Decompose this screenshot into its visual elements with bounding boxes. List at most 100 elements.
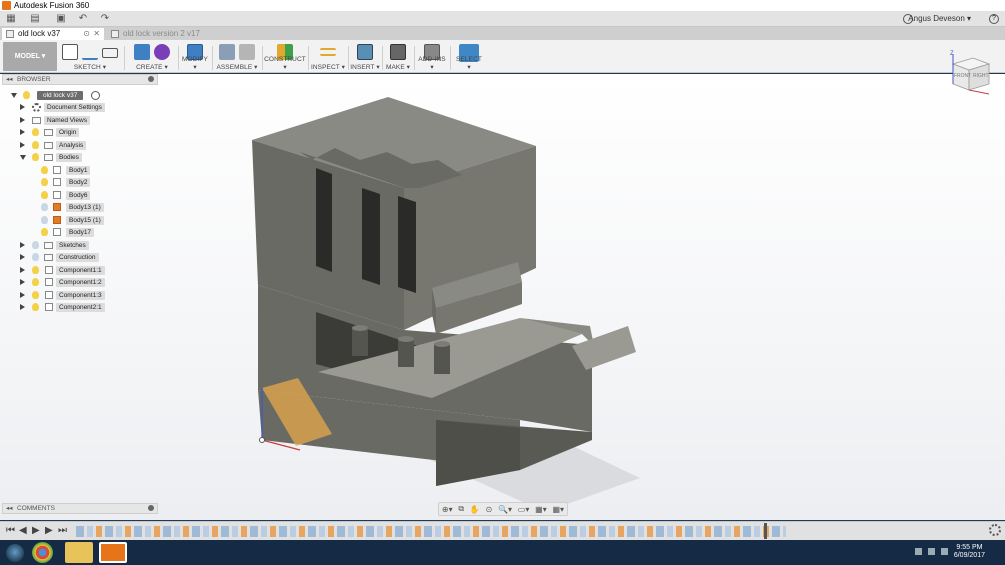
tree-root[interactable]: old lock v37	[10, 90, 160, 101]
tree-label[interactable]: Body2	[66, 178, 91, 187]
system-clock[interactable]: 9:55 PM 6/09/2017	[954, 544, 985, 560]
tree-item-body1[interactable]: Body1	[40, 165, 160, 176]
visibility-bulb-icon[interactable]	[41, 228, 48, 236]
insert-group[interactable]: INSERT ▾	[350, 43, 380, 72]
tree-item-origin[interactable]: Origin	[20, 127, 160, 138]
visibility-bulb-icon[interactable]	[32, 141, 39, 149]
grid-settings-icon[interactable]: ▦▾	[535, 505, 547, 514]
sketch-group[interactable]: SKETCH ▾	[60, 43, 120, 72]
tree-label[interactable]: Construction	[56, 253, 99, 262]
tray-volume-icon[interactable]	[941, 548, 948, 555]
hidden-bulb-icon[interactable]	[32, 253, 39, 261]
workspace-mode-dropdown[interactable]: MODEL ▾	[3, 42, 57, 71]
tab-old-lock-version-2[interactable]: old lock version 2 v17	[107, 28, 217, 40]
file-menu-icon[interactable]: ▤	[28, 13, 42, 25]
expand-arrow-icon[interactable]	[20, 254, 25, 260]
line-icon[interactable]	[82, 44, 98, 60]
tray-network-icon[interactable]	[928, 548, 935, 555]
visibility-bulb-icon[interactable]	[32, 266, 39, 274]
form-icon[interactable]	[154, 44, 170, 60]
start-button-icon[interactable]	[6, 544, 24, 562]
expand-arrow-icon[interactable]	[20, 292, 25, 298]
3d-print-icon[interactable]	[390, 44, 406, 60]
add-ins-group[interactable]: ADD-INS ▾	[416, 43, 448, 72]
tree-label[interactable]: Component1:1	[56, 266, 105, 275]
tree-item-analysis[interactable]: Analysis	[20, 140, 160, 151]
tree-item-named-views[interactable]: Named Views	[20, 115, 160, 126]
activate-radio-icon[interactable]	[91, 91, 100, 100]
visibility-bulb-icon[interactable]	[32, 278, 39, 286]
undo-icon[interactable]: ↶	[76, 13, 90, 25]
tree-item-construction[interactable]: Construction	[20, 252, 160, 263]
expand-arrow-icon[interactable]	[20, 129, 25, 135]
assemble-group[interactable]: ASSEMBLE ▾	[214, 43, 260, 72]
tree-label[interactable]: Document Settings	[44, 103, 105, 112]
tree-label[interactable]: Body6	[66, 191, 91, 200]
tree-label[interactable]: Component1:3	[56, 291, 105, 300]
close-tab-icon[interactable]: ✕	[93, 28, 100, 40]
collapse-icon[interactable]: ◂◂	[6, 504, 13, 513]
construct-group[interactable]: CONSTRUCT ▾	[264, 43, 306, 72]
modify-group[interactable]: MODIFY ▾	[180, 43, 210, 72]
expand-arrow-icon[interactable]	[20, 242, 25, 248]
tree-item-body15[interactable]: Body15 (1)	[40, 215, 160, 226]
tree-item-component1-3[interactable]: Component1:3	[20, 290, 160, 301]
collapse-arrow-icon[interactable]	[11, 93, 17, 98]
data-panel-grid-icon[interactable]: ▦	[4, 13, 18, 25]
new-component-icon[interactable]	[219, 44, 235, 60]
viewcube-graphic[interactable]: FRONT RIGHT Z	[945, 50, 993, 98]
hidden-bulb-icon[interactable]	[41, 216, 48, 224]
save-icon[interactable]: ▣	[54, 13, 68, 25]
create-group[interactable]: CREATE ▾	[128, 43, 176, 72]
expand-arrow-icon[interactable]	[20, 279, 25, 285]
insert-image-icon[interactable]	[357, 44, 373, 60]
user-account-menu[interactable]: Angus Deveson ▾	[908, 13, 971, 25]
hidden-bulb-icon[interactable]	[32, 241, 39, 249]
tree-label[interactable]: Component1:2	[56, 278, 105, 287]
rectangle-icon[interactable]	[102, 48, 118, 58]
expand-arrow-icon[interactable]	[20, 104, 25, 110]
timeline-end-icon[interactable]: ⏭	[58, 525, 67, 536]
tree-label[interactable]: Sketches	[56, 241, 89, 250]
timeline-play-icon[interactable]: ▶	[32, 525, 40, 536]
tree-item-body13[interactable]: Body13 (1)	[40, 202, 160, 213]
expand-arrow-icon[interactable]	[20, 267, 25, 273]
tree-label[interactable]: Component2:1	[56, 303, 105, 312]
extrude-icon[interactable]	[134, 44, 150, 60]
inspect-group[interactable]: INSPECT ▾	[310, 43, 346, 72]
look-at-icon[interactable]: ⧉	[458, 504, 464, 514]
tray-arrow-icon[interactable]	[915, 548, 922, 555]
viewcube[interactable]: FRONT RIGHT Z	[945, 50, 993, 98]
expand-arrow-icon[interactable]	[20, 304, 25, 310]
tree-item-body2[interactable]: Body2	[40, 177, 160, 188]
measure-icon[interactable]	[320, 48, 336, 56]
timeline-forward-icon[interactable]: ▶	[45, 525, 53, 536]
pan-icon[interactable]: ✋	[470, 505, 480, 514]
chrome-taskbar-icon[interactable]	[32, 542, 53, 563]
visibility-bulb-icon[interactable]	[32, 128, 39, 136]
display-settings-icon[interactable]: ▭▾	[518, 505, 530, 514]
help-icon[interactable]: ?	[989, 14, 999, 24]
joint-icon[interactable]	[239, 44, 255, 60]
visibility-bulb-icon[interactable]	[41, 178, 48, 186]
tree-item-sketches[interactable]: Sketches	[20, 240, 160, 251]
comments-panel-header[interactable]: ◂◂ COMMENTS	[2, 503, 158, 514]
expand-arrow-icon[interactable]	[20, 142, 25, 148]
tree-label[interactable]: Bodies	[56, 153, 82, 162]
expand-arrow-icon[interactable]	[20, 117, 25, 123]
visibility-bulb-icon[interactable]	[41, 166, 48, 174]
tree-label[interactable]: Body1	[66, 166, 91, 175]
tree-label[interactable]: Body17	[66, 228, 95, 237]
zoom-icon[interactable]: ⊙	[486, 505, 493, 514]
viewports-icon[interactable]: ▦▾	[552, 505, 564, 514]
tree-item-document-settings[interactable]: Document Settings	[20, 102, 160, 113]
visibility-bulb-icon[interactable]	[32, 153, 39, 161]
tree-item-component1-1[interactable]: Component1:1	[20, 265, 160, 276]
root-component-label[interactable]: old lock v37	[37, 91, 84, 100]
hidden-bulb-icon[interactable]	[41, 203, 48, 211]
tree-item-component1-2[interactable]: Component1:2	[20, 277, 160, 288]
panel-pin-icon[interactable]	[148, 76, 154, 82]
timeline-settings-gear-icon[interactable]	[989, 524, 1001, 536]
tab-old-lock-v37[interactable]: old lock v37 ⊙ ✕	[2, 28, 104, 40]
timeline-start-icon[interactable]: ⏮	[6, 525, 15, 536]
